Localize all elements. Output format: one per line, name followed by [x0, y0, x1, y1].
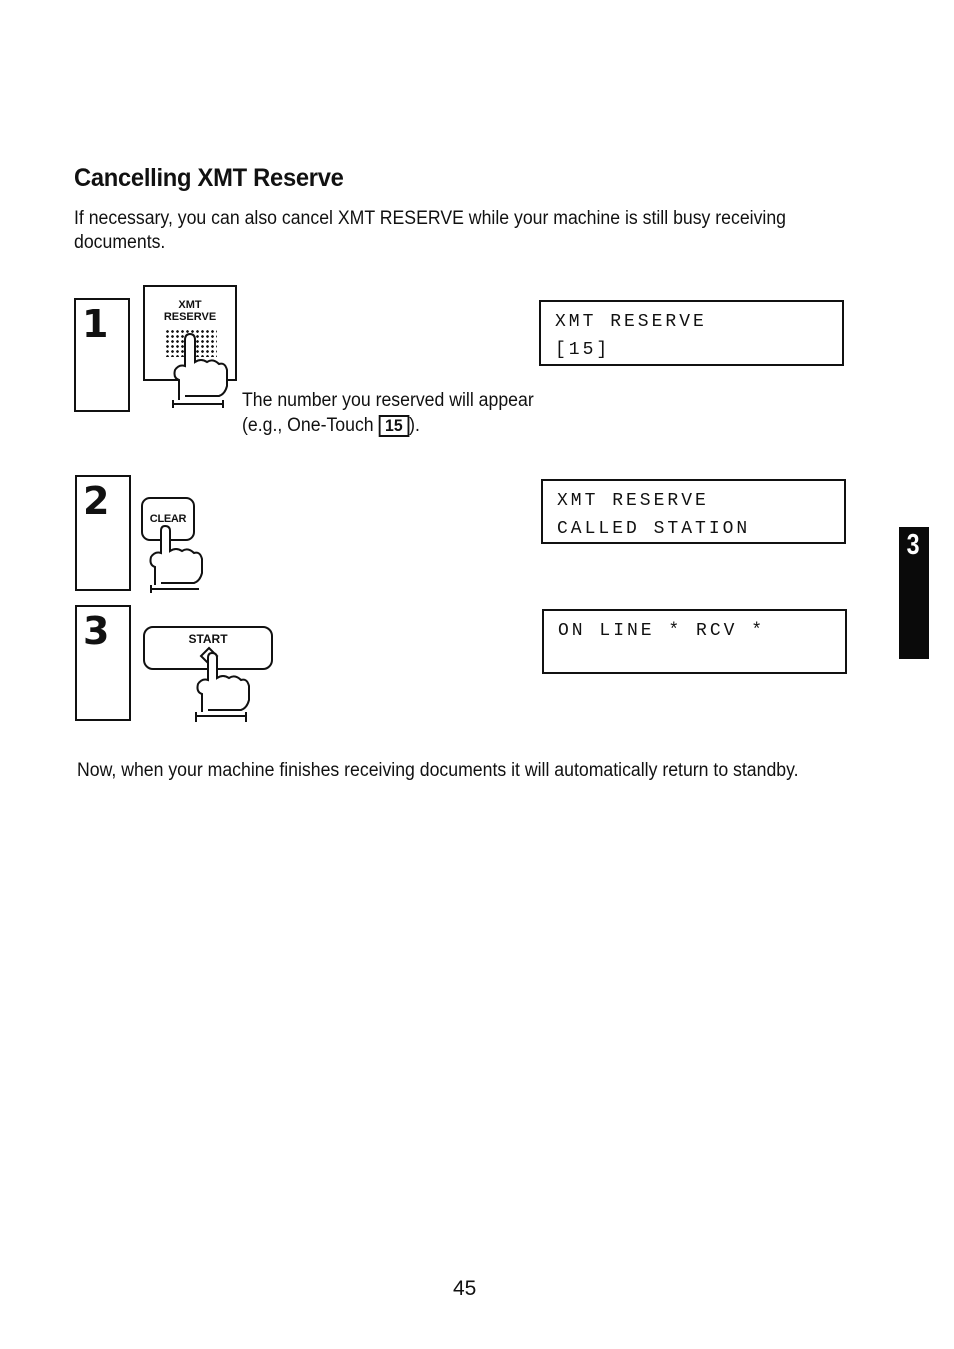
one-touch-key-15: 15: [378, 415, 410, 437]
intro-paragraph: If necessary, you can also cancel XMT RE…: [74, 208, 787, 253]
key-label-line1: XMT: [178, 299, 202, 311]
step-1-note: The number you reserved will appear (e.g…: [242, 388, 534, 438]
pointing-hand-icon: [149, 525, 203, 593]
step-number: 2: [83, 479, 110, 523]
note-line-2-suffix: ).: [409, 415, 420, 436]
step-2-box: 2: [75, 475, 131, 591]
chapter-tab: 3: [899, 527, 929, 659]
step-number: 1: [82, 302, 109, 346]
note-line-1: The number you reserved will appear: [242, 390, 534, 411]
lcd-line-2: CALLED STATION: [557, 519, 751, 539]
outro-paragraph: Now, when your machine finishes receivin…: [77, 760, 799, 781]
note-line-2-prefix: (e.g., One-Touch: [242, 415, 374, 436]
step-1-box: 1: [74, 298, 130, 412]
lcd-line-2: [15]: [555, 340, 611, 360]
section-title: Cancelling XMT Reserve: [74, 164, 344, 192]
step-number: 3: [83, 609, 110, 653]
step-3-box: 3: [75, 605, 131, 721]
lcd-line-1: ON LINE * RCV *: [558, 621, 766, 641]
page-number: 45: [453, 1277, 477, 1300]
pointing-hand-icon: [172, 332, 228, 408]
lcd-line-1: XMT RESERVE: [555, 312, 707, 332]
chapter-tab-number: 3: [906, 529, 920, 561]
key-label-line2: RESERVE: [163, 311, 217, 323]
lcd-display-step-1: XMT RESERVE [15]: [539, 300, 844, 366]
lcd-display-step-3: ON LINE * RCV *: [542, 609, 847, 674]
key-label: START: [188, 632, 228, 646]
lcd-line-1: XMT RESERVE: [557, 491, 709, 511]
key-label: CLEAR: [149, 513, 187, 525]
start-diamond-and-hand-icon: [195, 646, 250, 722]
lcd-display-step-2: XMT RESERVE CALLED STATION: [541, 479, 846, 544]
